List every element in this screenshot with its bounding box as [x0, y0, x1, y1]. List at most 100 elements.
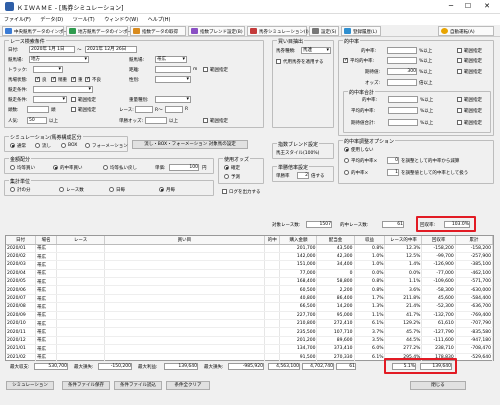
clear-conditions-button[interactable]: 条件全クリア: [166, 381, 210, 390]
settings-button[interactable]: 設定(S): [309, 26, 339, 36]
avg-range-checkbox[interactable]: [457, 58, 462, 63]
final-odds-radio[interactable]: [224, 165, 229, 170]
table-row[interactable]: 2020/10 帯広 210,800 272,410 6.1% 129.2% 61,610-…: [6, 319, 494, 329]
table-row[interactable]: 2020/06 帯広 60,500 2,200 0.8% 3.6% -58,300 -630,…: [6, 285, 494, 295]
table-row[interactable]: 2021/01 帯広 134,700 373,410 6.0% 277.2% 238,710…: [6, 344, 494, 354]
table-row[interactable]: 2020/05 帯広 168,400 58,800 0.8% 1.1% -109,600 -5…: [6, 277, 494, 287]
heavy-checkbox[interactable]: [71, 76, 76, 82]
good-checkbox[interactable]: [35, 76, 40, 82]
monthly-radio[interactable]: [159, 187, 164, 192]
distance-range-checkbox[interactable]: [203, 67, 208, 72]
sum-exp-range-checkbox[interactable]: [457, 120, 462, 125]
hit-mult-radio[interactable]: [344, 170, 349, 175]
expect-range-checkbox[interactable]: [457, 69, 462, 74]
formation-radio[interactable]: [85, 143, 90, 148]
column-header[interactable]: 配当金: [316, 236, 355, 245]
close-window-button[interactable]: 閉じる: [410, 381, 466, 390]
sum-exp-input[interactable]: [388, 119, 418, 126]
avg-adjust-radio[interactable]: [344, 158, 349, 163]
unit-price-input[interactable]: 100: [169, 164, 199, 171]
results-table[interactable]: 日付 場名 レース 買い目 的中 購入金額 配当金 収益 レース的中率 回収率 累計 2020/01…: [5, 235, 494, 362]
load-conditions-button[interactable]: 条件ファイル読込: [114, 381, 162, 390]
menu-data[interactable]: データ(D): [40, 17, 63, 23]
avg-hit-input[interactable]: [387, 57, 417, 64]
equal-buy-radio[interactable]: [10, 165, 15, 170]
bet-type-select[interactable]: 馬連: [301, 47, 331, 54]
odds-input[interactable]: [145, 117, 167, 124]
auto-run-button[interactable]: 自動運転(A): [438, 26, 494, 36]
menu-file[interactable]: ファイル(F): [4, 17, 31, 23]
class-range-checkbox[interactable]: [71, 97, 76, 102]
menu-help[interactable]: ヘルプ(H): [148, 17, 171, 23]
column-header[interactable]: 場名: [35, 236, 58, 245]
column-header[interactable]: 的中: [264, 236, 281, 245]
table-row[interactable]: 2020/03 帯広 151,000 34,400 1.0% 1.4% -126,900 -3…: [6, 260, 494, 270]
avg-hit-checkbox[interactable]: [343, 57, 348, 63]
class2-select[interactable]: [33, 96, 67, 103]
distance-input[interactable]: [155, 66, 191, 73]
adjust-mult-input[interactable]: 1: [387, 169, 399, 176]
count-range-checkbox[interactable]: [71, 107, 76, 112]
import-nar-button[interactable]: 地方競馬データのインポート: [66, 26, 137, 36]
odds-input[interactable]: [387, 79, 417, 86]
expect-input[interactable]: 300: [387, 68, 417, 75]
slight-checkbox[interactable]: [51, 76, 56, 82]
table-row[interactable]: 2020/01 帯広 201,700 43,500 0.8% 12.3% -158,200-…: [6, 244, 494, 253]
save-conditions-button[interactable]: 条件ファイル保存: [62, 381, 110, 390]
maximize-button[interactable]: ☐: [461, 2, 475, 10]
forecast-odds-radio[interactable]: [224, 174, 229, 179]
no-adjust-radio[interactable]: [344, 147, 349, 152]
sum-hit-range-checkbox[interactable]: [457, 97, 462, 102]
normal-radio[interactable]: [10, 143, 15, 148]
sex-select[interactable]: [155, 76, 191, 83]
table-row[interactable]: 2020/02 帯広 142,000 42,300 1.0% 12.5% -99,700 -2…: [6, 252, 494, 262]
multiplier-input[interactable]: 2: [297, 172, 309, 179]
table-row[interactable]: 2020/12 帯広 201,200 89,600 3.5% 44.5% -111,600-…: [6, 336, 494, 346]
total-radio[interactable]: [10, 187, 15, 192]
weight-select[interactable]: [155, 96, 191, 103]
column-header[interactable]: 購入金額: [279, 236, 318, 245]
per-race-radio[interactable]: [59, 187, 64, 192]
minimize-button[interactable]: ─: [444, 2, 458, 10]
target-horse-settings-button[interactable]: 流し・BOX・フォーメーション 対象馬の設定: [132, 140, 248, 149]
adjust-subtract-input[interactable]: 0: [387, 157, 399, 164]
hit-input[interactable]: [387, 47, 417, 54]
import-jra-button[interactable]: 中央競馬データのインポート: [2, 26, 73, 36]
close-button[interactable]: ✕: [480, 2, 494, 10]
table-row[interactable]: 2020/09 帯広 227,700 95,000 1.1% 41.7% -132,700-…: [6, 311, 494, 321]
history-button[interactable]: 登録履歴(L): [341, 26, 381, 36]
venue2-select[interactable]: 帯広: [155, 56, 187, 63]
track-select[interactable]: [33, 66, 63, 73]
column-header[interactable]: 収益: [354, 236, 386, 245]
index-fetch-button[interactable]: 指数データの取得: [130, 26, 186, 36]
race-from-input[interactable]: [135, 106, 153, 113]
bet-simulation-button[interactable]: 馬券シミュレーション(I): [247, 26, 309, 36]
simulation-button[interactable]: シミュレーション: [6, 381, 54, 390]
count-input[interactable]: [27, 106, 49, 113]
date-from-input[interactable]: 2020年 1月 1日: [29, 46, 75, 53]
substitute-bet-checkbox[interactable]: [276, 59, 281, 64]
venue-select[interactable]: 地方: [29, 56, 89, 63]
sum-avg-input[interactable]: [388, 107, 418, 114]
menu-tools[interactable]: ツール(T): [73, 17, 95, 23]
hit-rate-buy-radio[interactable]: [53, 165, 58, 170]
date-to-input[interactable]: 2021年 12月 26日: [85, 46, 137, 53]
nagashi-radio[interactable]: [35, 143, 40, 148]
odds-range-checkbox[interactable]: [203, 118, 208, 123]
column-header[interactable]: 回収率: [421, 236, 456, 245]
sum-avg-range-checkbox[interactable]: [457, 108, 462, 113]
equal-payout-radio[interactable]: [103, 165, 108, 170]
menu-window[interactable]: ウィンドウ(W): [104, 17, 138, 23]
column-header[interactable]: 買い目: [104, 236, 266, 245]
column-header[interactable]: レース: [56, 236, 105, 245]
index-blend-button[interactable]: 指数ブレンド設定(B): [188, 26, 245, 36]
column-header[interactable]: 累計: [455, 236, 494, 245]
table-row[interactable]: 2020/04 帯広 77,000 0 0.0% 0.0% -77,000 -462,100: [6, 269, 494, 279]
log-output-checkbox[interactable]: [222, 189, 227, 194]
class-select[interactable]: [33, 86, 93, 93]
column-header[interactable]: レース的中率: [384, 236, 423, 245]
race-to-input[interactable]: [165, 106, 183, 113]
table-row[interactable]: 2020/08 帯広 66,500 14,200 1.3% 21.4% -52,300 -63…: [6, 302, 494, 312]
daily-radio[interactable]: [109, 187, 114, 192]
column-header[interactable]: 日付: [6, 236, 36, 245]
